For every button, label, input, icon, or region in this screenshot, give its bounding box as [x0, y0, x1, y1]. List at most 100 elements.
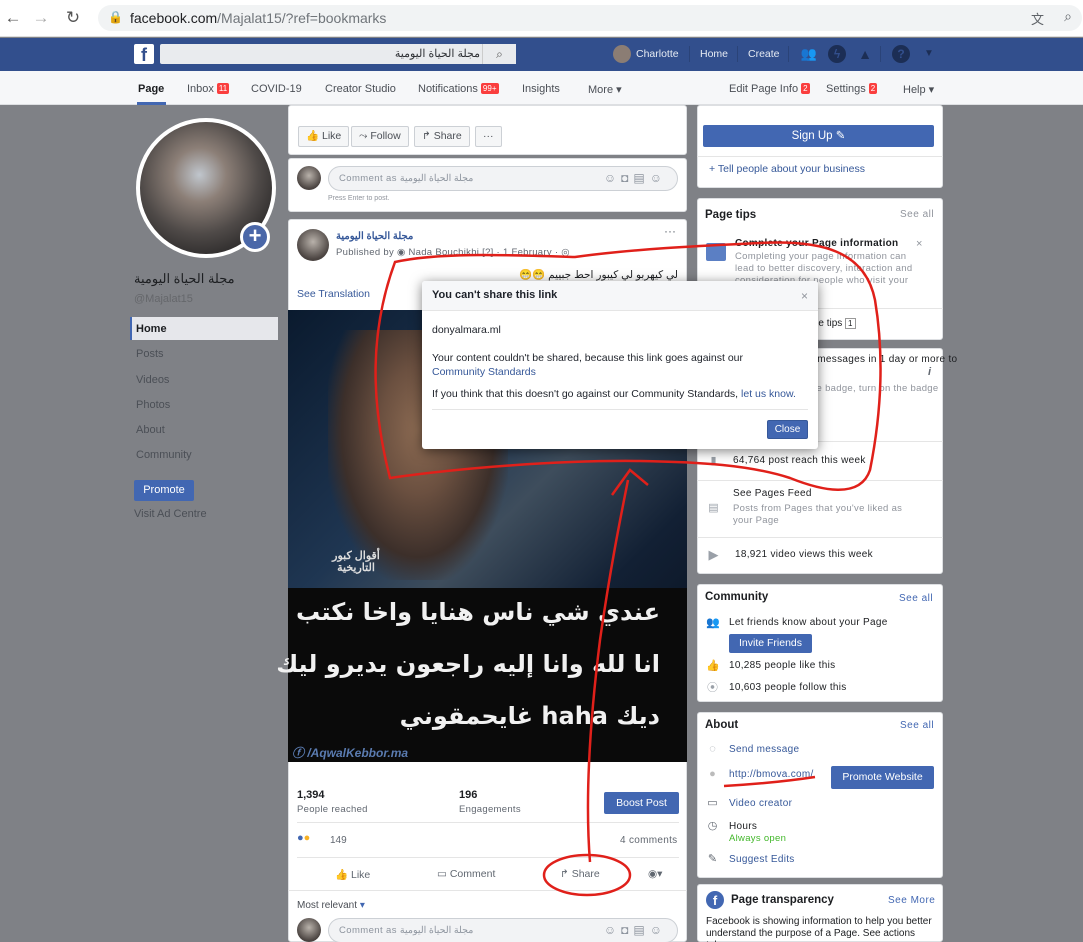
facebook-logo-icon: f [706, 891, 724, 909]
most-relevant-dropdown[interactable]: Most relevant ▾ [297, 900, 365, 911]
reload-icon[interactable]: ↻ [62, 7, 84, 29]
website-link[interactable]: http://bmova.com/ [729, 769, 814, 780]
rss-icon: ⦿ [707, 682, 718, 694]
page-info-icon [706, 243, 726, 261]
follows-count[interactable]: 10,603 people follow this [729, 682, 847, 693]
tab-settings[interactable]: Settings 2 [826, 83, 878, 95]
tab-more[interactable]: More ▾ [588, 83, 622, 96]
see-pages-feed-link[interactable]: See Pages Feed [733, 488, 812, 499]
tab-covid[interactable]: COVID-19 [251, 83, 302, 95]
see-translation-link[interactable]: See Translation [297, 288, 370, 300]
friends-icon[interactable]: 👥 [800, 45, 818, 63]
tab-help[interactable]: Help ▾ [903, 83, 934, 96]
post-reach-text[interactable]: 64,764 post reach this week [733, 455, 866, 466]
notifications-icon[interactable]: ▲ [856, 45, 874, 63]
like-page-button[interactable]: 👍 Like [298, 126, 350, 147]
comment-tools-icon[interactable]: ☺◘▤☺ [604, 171, 667, 185]
sidebar-item-photos[interactable]: Photos [136, 399, 170, 411]
video-creator-link[interactable]: Video creator [729, 798, 792, 809]
visit-ad-centre-link[interactable]: Visit Ad Centre [134, 508, 207, 520]
video-views-text[interactable]: 18,921 video views this week [735, 549, 873, 560]
sidebar-item-about[interactable]: About [136, 424, 165, 436]
close-tip-icon[interactable]: × [916, 238, 922, 250]
people-reached-label: People reached [297, 804, 368, 815]
hours-label: Hours [729, 821, 758, 832]
see-more-link[interactable]: See More [888, 895, 935, 906]
tip-title[interactable]: Complete your Page information [735, 238, 898, 249]
comments-count[interactable]: 4 comments [620, 835, 677, 846]
divider [297, 857, 679, 858]
friends-icon: 👥 [706, 617, 720, 629]
forward-icon[interactable]: → [30, 7, 52, 29]
reactions-icon[interactable]: ●● [297, 832, 310, 844]
help-icon[interactable]: ? [892, 45, 910, 63]
tab-edit-page-info[interactable]: Edit Page Info 2 [729, 83, 810, 95]
messenger-icon[interactable]: ϟ [828, 45, 846, 63]
sidebar-item-videos[interactable]: Videos [136, 374, 169, 386]
like-icon: 👍 [706, 660, 720, 672]
info-icon[interactable]: i [928, 366, 931, 378]
sign-up-button[interactable]: Sign Up ✎ [703, 125, 934, 147]
promote-button[interactable]: Promote [134, 480, 194, 501]
more-actions-button[interactable]: ··· [475, 126, 502, 147]
boost-post-button[interactable]: Boost Post [604, 792, 679, 814]
avatar[interactable] [613, 45, 631, 63]
post-author-avatar[interactable] [297, 229, 329, 261]
let-us-know-link[interactable]: let us know. [741, 388, 796, 400]
sidebar-item-home[interactable]: Home [136, 323, 167, 335]
chart-icon: ▮ [710, 455, 717, 467]
home-link[interactable]: Home [700, 48, 728, 60]
comment-input[interactable]: Comment as مجلة الحياة اليومية ☺◘▤☺ [328, 918, 678, 942]
page-tips-title: Page tips [705, 209, 757, 221]
divider [788, 46, 789, 62]
translate-icon[interactable]: 文 [1031, 9, 1044, 28]
community-standards-link[interactable]: Community Standards [432, 366, 536, 378]
profile-link[interactable]: Charlotte [636, 48, 679, 60]
tell-people-link[interactable]: + Tell people about your business [709, 163, 865, 175]
tab-page[interactable]: Page [138, 83, 164, 95]
community-see-all[interactable]: See all [899, 593, 933, 604]
post-share-button[interactable]: ↱ Share [560, 868, 600, 880]
back-icon[interactable]: ← [2, 7, 24, 29]
send-message-link[interactable]: Send message [729, 744, 799, 755]
post-author[interactable]: مجلة الحياة اليومية [336, 231, 413, 242]
comment-tools-icon[interactable]: ☺◘▤☺ [604, 923, 667, 937]
share-page-button[interactable]: ↱ Share [414, 126, 470, 147]
video-icon: ▶ [708, 547, 719, 562]
tab-creator-studio[interactable]: Creator Studio [325, 83, 396, 95]
active-tab-indicator [137, 102, 166, 105]
tab-notifications[interactable]: Notifications 99+ [418, 83, 499, 95]
zoom-icon[interactable]: ⌕ [1064, 8, 1072, 25]
post-as-selector-icon[interactable]: ◉▾ [648, 868, 662, 880]
invite-friends-button[interactable]: Invite Friends [729, 634, 812, 653]
sidebar-item-community[interactable]: Community [136, 449, 192, 461]
create-link[interactable]: Create [748, 48, 780, 60]
tab-insights[interactable]: Insights [522, 83, 560, 95]
account-menu-icon[interactable]: ▼ [920, 45, 938, 63]
comment-input[interactable]: Comment as مجلة الحياة اليومية ☺◘▤☺ [328, 166, 678, 191]
suggest-edits-link[interactable]: Suggest Edits [729, 854, 795, 865]
follow-button[interactable]: ⤳ Follow [351, 126, 409, 147]
facebook-logo-icon[interactable]: f [134, 44, 154, 65]
post-like-button[interactable]: 👍 Like [335, 868, 370, 881]
tab-inbox[interactable]: Inbox 11 [187, 83, 230, 95]
promote-website-button[interactable]: Promote Website [831, 766, 934, 789]
community-title: Community [705, 591, 769, 603]
divider [689, 46, 690, 62]
add-photo-icon[interactable]: + [240, 222, 270, 252]
reactions-count[interactable]: 149 [330, 835, 347, 846]
about-see-all[interactable]: See all [900, 720, 934, 731]
comment-hint: Press Enter to post. [328, 195, 390, 202]
divider [697, 480, 943, 481]
close-button[interactable]: Close [767, 420, 808, 439]
about-title: About [705, 719, 739, 731]
search-input[interactable]: مجلة الحياة اليومية ⌕ [160, 44, 516, 64]
close-icon[interactable]: × [801, 289, 808, 303]
search-icon[interactable]: ⌕ [482, 44, 516, 64]
post-options-icon[interactable]: ··· [664, 224, 676, 238]
sidebar-item-posts[interactable]: Posts [136, 348, 164, 360]
page-tips-see-all[interactable]: See all [900, 209, 934, 220]
post-comment-button[interactable]: ▭ Comment [437, 868, 495, 880]
likes-count[interactable]: 10,285 people like this [729, 660, 835, 671]
address-bar[interactable]: 🔒 facebook.com/Majalat15/?ref=bookmarks … [98, 5, 1082, 31]
